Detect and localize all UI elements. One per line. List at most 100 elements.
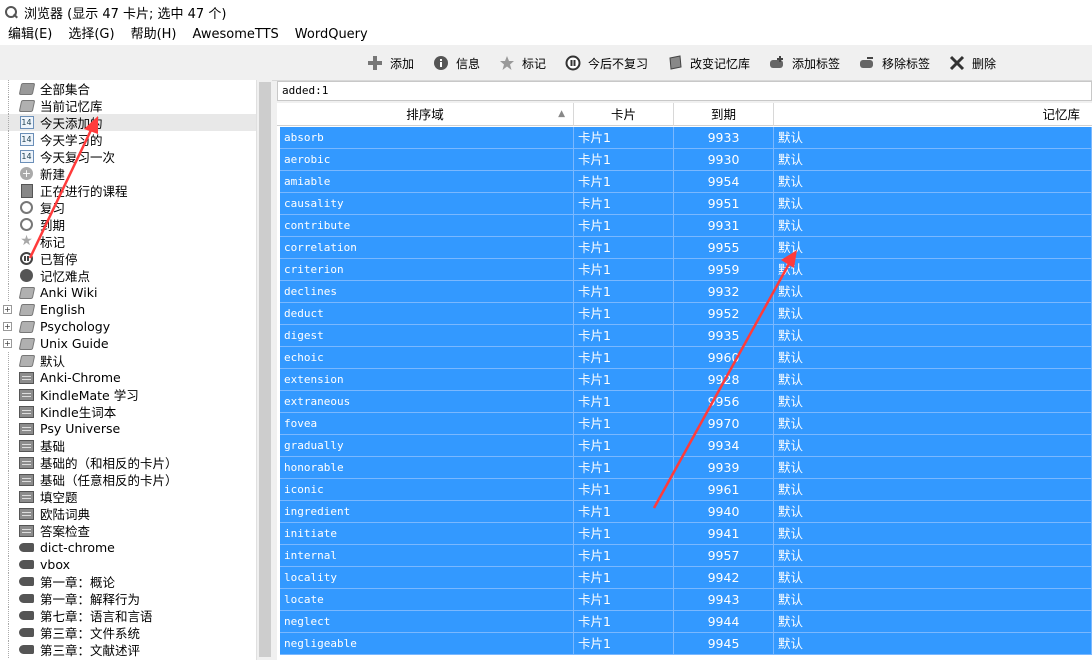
- table-row[interactable]: initiate 卡片1 9941 默认: [280, 523, 1092, 545]
- sidebar-item[interactable]: 基础（任意相反的卡片）: [0, 471, 256, 488]
- table-row[interactable]: digest 卡片1 9935 默认: [280, 325, 1092, 347]
- menu-help[interactable]: 帮助(H): [123, 24, 185, 45]
- add-tags-button[interactable]: 添加标签: [768, 53, 840, 73]
- table-row[interactable]: neglect 卡片1 9944 默认: [280, 611, 1092, 633]
- table-row[interactable]: fovea 卡片1 9970 默认: [280, 413, 1092, 435]
- remove-tags-button[interactable]: 移除标签: [858, 53, 930, 73]
- suspend-button[interactable]: 今后不复习: [564, 53, 648, 73]
- cell-card: 卡片1: [574, 369, 674, 391]
- sidebar-item[interactable]: 默认: [0, 352, 256, 369]
- menu-select[interactable]: 选择(G): [60, 24, 122, 45]
- table-row[interactable]: causality 卡片1 9951 默认: [280, 193, 1092, 215]
- sidebar-item[interactable]: 基础: [0, 437, 256, 454]
- table-row[interactable]: amiable 卡片1 9954 默认: [280, 171, 1092, 193]
- tree-guide: [8, 437, 9, 454]
- sidebar-item[interactable]: 14 今天添加的: [0, 114, 256, 131]
- sidebar-item[interactable]: 正在进行的课程: [0, 182, 256, 199]
- cell-card: 卡片1: [574, 193, 674, 215]
- table-row[interactable]: extension 卡片1 9928 默认: [280, 369, 1092, 391]
- sidebar-item[interactable]: dict-chrome: [0, 539, 256, 556]
- sidebar-item[interactable]: 第一章：概论: [0, 573, 256, 590]
- table-row[interactable]: echoic 卡片1 9960 默认: [280, 347, 1092, 369]
- header-sort-field[interactable]: 排序域 ▲: [277, 103, 574, 126]
- deck-icon: [18, 353, 35, 368]
- cell-sort-field: honorable: [280, 457, 574, 479]
- header-due[interactable]: 到期: [674, 103, 774, 126]
- cell-deck: 默认: [774, 369, 1092, 391]
- sidebar-item[interactable]: 欧陆词典: [0, 505, 256, 522]
- cell-due: 9928: [674, 369, 774, 391]
- expand-toggle[interactable]: +: [3, 339, 12, 348]
- sidebar-item[interactable]: 已暂停: [0, 250, 256, 267]
- card-table: 排序域 ▲ 卡片 到期 记忆库 absorb 卡片1 9933 默认 aerobic 卡片…: [277, 103, 1092, 660]
- sidebar-item[interactable]: + English: [0, 301, 256, 318]
- table-row[interactable]: internal 卡片1 9957 默认: [280, 545, 1092, 567]
- sidebar-item[interactable]: 当前记忆库: [0, 97, 256, 114]
- info-button[interactable]: 信息: [432, 53, 480, 73]
- table-row[interactable]: aerobic 卡片1 9930 默认: [280, 149, 1092, 171]
- cell-due: 9951: [674, 193, 774, 215]
- table-row[interactable]: deduct 卡片1 9952 默认: [280, 303, 1092, 325]
- sidebar-item[interactable]: Kindle生词本: [0, 403, 256, 420]
- sidebar-item[interactable]: Psy Universe: [0, 420, 256, 437]
- sidebar-scrollbar[interactable]: [256, 80, 272, 660]
- calendar-icon: 14: [19, 116, 34, 129]
- sidebar-item[interactable]: vbox: [0, 556, 256, 573]
- tree-guide: [8, 267, 9, 284]
- sidebar-item[interactable]: Anki Wiki: [0, 284, 256, 301]
- sidebar-item[interactable]: Anki-Chrome: [0, 369, 256, 386]
- cell-card: 卡片1: [574, 391, 674, 413]
- change-deck-button[interactable]: 改变记忆库: [666, 53, 750, 73]
- table-row[interactable]: gradually 卡片1 9934 默认: [280, 435, 1092, 457]
- table-row[interactable]: iconic 卡片1 9961 默认: [280, 479, 1092, 501]
- sidebar-item[interactable]: 第七章：语言和言语: [0, 607, 256, 624]
- cell-sort-field: aerobic: [280, 149, 574, 171]
- sidebar-item[interactable]: 到期: [0, 216, 256, 233]
- table-row[interactable]: extraneous 卡片1 9956 默认: [280, 391, 1092, 413]
- clock-icon: [19, 200, 34, 215]
- sidebar-item[interactable]: 第三章：文献述评: [0, 641, 256, 658]
- table-row[interactable]: ingredient 卡片1 9940 默认: [280, 501, 1092, 523]
- sidebar-item[interactable]: 第一章：解释行为: [0, 590, 256, 607]
- sidebar-item[interactable]: 基础的（和相反的卡片）: [0, 454, 256, 471]
- table-row[interactable]: declines 卡片1 9932 默认: [280, 281, 1092, 303]
- table-row[interactable]: criterion 卡片1 9959 默认: [280, 259, 1092, 281]
- menu-edit[interactable]: 编辑(E): [0, 24, 60, 45]
- add-button[interactable]: 添加: [366, 53, 414, 73]
- search-input[interactable]: added:1: [277, 81, 1092, 101]
- cell-sort-field: correlation: [280, 237, 574, 259]
- delete-button[interactable]: 删除: [948, 53, 996, 73]
- table-row[interactable]: absorb 卡片1 9933 默认: [280, 127, 1092, 149]
- sidebar-item[interactable]: 填空题: [0, 488, 256, 505]
- table-row[interactable]: locate 卡片1 9943 默认: [280, 589, 1092, 611]
- table-row[interactable]: negligeable 卡片1 9945 默认: [280, 633, 1092, 655]
- sidebar-item[interactable]: 第三章：文件系统: [0, 624, 256, 641]
- sidebar-item[interactable]: 复习: [0, 199, 256, 216]
- sidebar-item[interactable]: 答案检查: [0, 522, 256, 539]
- tree-guide: [8, 488, 9, 505]
- sidebar-item[interactable]: 14 今天复习一次: [0, 148, 256, 165]
- sidebar-item[interactable]: 全部集合: [0, 80, 256, 97]
- header-deck[interactable]: 记忆库: [774, 103, 1092, 126]
- expand-toggle[interactable]: +: [3, 305, 12, 314]
- table-row[interactable]: correlation 卡片1 9955 默认: [280, 237, 1092, 259]
- sidebar-item[interactable]: 记忆难点: [0, 267, 256, 284]
- menu-wordquery[interactable]: WordQuery: [287, 24, 376, 45]
- sidebar-item[interactable]: + Psychology: [0, 318, 256, 335]
- header-card[interactable]: 卡片: [574, 103, 674, 126]
- cell-deck: 默认: [774, 303, 1092, 325]
- sidebar-item[interactable]: KindleMate 学习: [0, 386, 256, 403]
- mark-button[interactable]: 标记: [498, 53, 546, 73]
- sidebar-item[interactable]: ★ 标记: [0, 233, 256, 250]
- expand-toggle[interactable]: +: [3, 322, 12, 331]
- sidebar-item[interactable]: + 新建: [0, 165, 256, 182]
- cell-deck: 默认: [774, 325, 1092, 347]
- scrollbar-thumb[interactable]: [259, 82, 271, 657]
- table-row[interactable]: contribute 卡片1 9931 默认: [280, 215, 1092, 237]
- tag-icon: [19, 625, 34, 640]
- menu-awesometts[interactable]: AwesomeTTS: [185, 24, 287, 45]
- sidebar-item[interactable]: 14 今天学习的: [0, 131, 256, 148]
- table-row[interactable]: honorable 卡片1 9939 默认: [280, 457, 1092, 479]
- table-row[interactable]: locality 卡片1 9942 默认: [280, 567, 1092, 589]
- sidebar-item[interactable]: + Unix Guide: [0, 335, 256, 352]
